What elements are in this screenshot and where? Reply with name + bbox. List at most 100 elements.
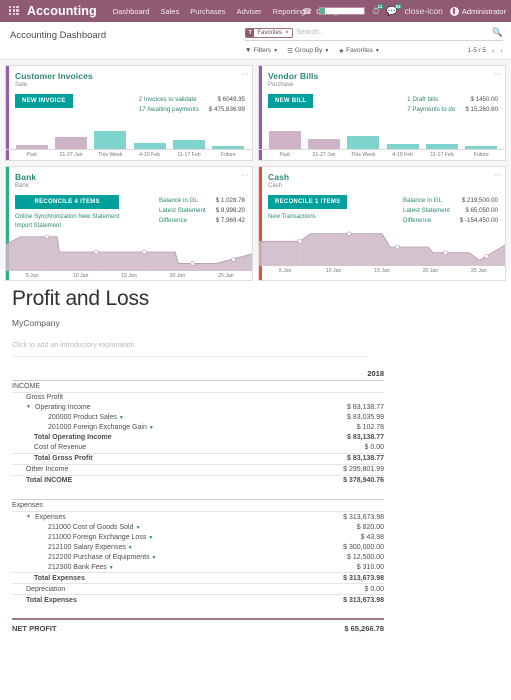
axis-tick: 15 Jan: [374, 267, 390, 274]
section-header-expenses[interactable]: Expenses: [12, 499, 384, 512]
table-row[interactable]: 212200 Purchase of Equipments ▼ $ 12,500…: [12, 552, 384, 562]
filters-dropdown[interactable]: ▼ Filters ▼: [245, 47, 278, 54]
new-bill-button[interactable]: NEW BILL: [268, 94, 314, 108]
chevron-down-icon[interactable]: ▼: [128, 545, 133, 551]
row-label-text[interactable]: 211000 Foreign Exchange Loss: [48, 534, 146, 541]
chevron-down-icon[interactable]: ▼: [119, 415, 124, 421]
row-label: Total Expenses: [12, 572, 302, 584]
favorites-dropdown[interactable]: ★ Favorites ▼: [338, 47, 380, 55]
report-intro-placeholder[interactable]: Click to add an introductory explanation: [12, 342, 367, 357]
menu-item-sales[interactable]: Sales: [160, 7, 179, 16]
menu-item-dashboard[interactable]: Dashboard: [113, 7, 150, 16]
row-label-text[interactable]: 212300 Bank Fees: [48, 564, 107, 571]
search-facet-favorites[interactable]: T Favorites ×: [245, 27, 293, 38]
link-import-statement[interactable]: Import Statement: [15, 222, 119, 231]
row-label-text[interactable]: 212100 Salary Expenses: [48, 544, 126, 551]
axis-tick: 21-27 Jan: [59, 152, 83, 158]
progress-bar-indicator: [319, 7, 366, 15]
kpi-label[interactable]: 17 Awaiting payments: [139, 105, 199, 115]
row-label-text[interactable]: 200000 Product Sales: [48, 414, 117, 421]
reconcile-items-button[interactable]: RECONCILE 1 ITEMS: [268, 195, 348, 209]
table-row-total-income[interactable]: Total INCOME $ 378,940.76: [12, 474, 384, 486]
card-options-icon[interactable]: ⋮: [240, 171, 249, 179]
table-row[interactable]: 212300 Bank Fees ▼ $ 310.00: [12, 562, 384, 573]
menu-item-reporting[interactable]: Reporting: [273, 7, 306, 16]
table-row[interactable]: 211000 Foreign Exchange Loss ▼ $ 43.98: [12, 532, 384, 542]
table-row[interactable]: ▼ Expenses $ 313,673.98: [12, 512, 384, 523]
kpi-value: $ 1,028.78: [215, 197, 245, 204]
row-label-text[interactable]: 201000 Foreign Exchange Gain: [48, 424, 147, 431]
kpi-label[interactable]: 2 Invoices to validate: [139, 95, 199, 105]
table-row[interactable]: 201000 Foreign Exchange Gain ▼ $ 102.78: [12, 423, 384, 433]
pager-previous-icon[interactable]: ‹: [492, 46, 495, 55]
app-brand-accounting[interactable]: Accounting: [27, 4, 97, 18]
axis-tick: 15 Jan: [121, 272, 137, 279]
filters-label: Filters: [253, 47, 272, 54]
search-input[interactable]: [296, 29, 489, 36]
close-icon[interactable]: close-icon: [405, 6, 443, 16]
row-label-text[interactable]: 211000 Cost of Goods Sold: [48, 524, 133, 531]
table-row[interactable]: Depreciation $ 0.00: [12, 583, 384, 595]
phone-icon[interactable]: ☎: [302, 7, 312, 16]
new-invoice-button[interactable]: NEW INVOICE: [15, 94, 73, 108]
cash-area-chart: [259, 228, 505, 266]
kpi-label-difference[interactable]: Difference: [159, 216, 206, 226]
link-online-synchronization[interactable]: Online Synchronization New Statement: [15, 213, 119, 222]
net-profit-value: $ 65,266.78: [301, 618, 384, 635]
kpi-label[interactable]: 1 Draft bills: [407, 95, 455, 105]
apps-grid-icon[interactable]: [9, 5, 20, 17]
pager-next-icon[interactable]: ›: [501, 46, 504, 55]
card-bank[interactable]: ⋮ Bank Bank RECONCILE 4 ITEMS Online Syn…: [5, 166, 253, 281]
pager-range: 1-5 / 5: [467, 47, 486, 54]
card-vendor-bills[interactable]: ⋮ Vendor Bills Purchase NEW BILL 1 Draft…: [258, 65, 506, 161]
chevron-down-icon[interactable]: ▼: [148, 535, 153, 541]
section-name: Expenses: [12, 499, 302, 512]
user-name-label: Administrator: [461, 6, 506, 16]
link-new-transactions[interactable]: New Transactions: [268, 213, 347, 222]
kpi-label[interactable]: 7 Payments to do: [407, 105, 455, 115]
search-icon[interactable]: 🔍: [492, 27, 503, 38]
user-menu[interactable]: Administrator: [449, 6, 506, 16]
chevron-down-icon[interactable]: ▼: [109, 565, 114, 571]
row-label-text[interactable]: 212200 Purchase of Equipments: [48, 554, 150, 561]
table-row[interactable]: 212100 Salary Expenses ▼ $ 300,000.00: [12, 542, 384, 552]
card-options-icon[interactable]: ⋮: [240, 70, 249, 78]
facet-remove-icon[interactable]: ×: [285, 30, 292, 36]
table-row[interactable]: ▼ Operating Income $ 83,138.77: [12, 403, 384, 413]
table-row[interactable]: 211000 Cost of Goods Sold ▼ $ 820.00: [12, 522, 384, 532]
card-options-icon[interactable]: ⋮: [493, 70, 502, 78]
card-cash[interactable]: ⋮ Cash Cash RECONCILE 1 ITEMS New Transa…: [258, 166, 506, 281]
row-value: $ 313,673.98: [301, 572, 384, 584]
table-row[interactable]: Total Expenses $ 313,673.98: [12, 572, 384, 584]
cash-chart-axis: 5 Jan 10 Jan 15 Jan 20 Jan 25 Jan: [259, 266, 505, 275]
chevron-down-icon[interactable]: ▼: [152, 555, 157, 561]
reconcile-items-button[interactable]: RECONCILE 4 ITEMS: [15, 195, 120, 209]
card-options-icon[interactable]: ⋮: [493, 171, 502, 179]
axis-tick: 10 Jan: [72, 272, 89, 279]
collapse-toggle-icon[interactable]: ▼: [26, 404, 35, 410]
kpi-label-difference[interactable]: Difference: [403, 216, 450, 226]
chevron-down-icon[interactable]: ▼: [149, 425, 154, 431]
table-row[interactable]: Gross Profit: [12, 392, 384, 403]
table-row-total-expenses[interactable]: Total Expenses $ 313,673.98: [12, 594, 384, 605]
chevron-down-icon[interactable]: ▼: [135, 525, 140, 531]
kpi-label: Latest Statement: [403, 207, 450, 214]
axis-tick: 21-27 Jan: [312, 152, 336, 158]
collapse-toggle-icon[interactable]: ▼: [26, 514, 35, 520]
card-customer-invoices[interactable]: ⋮ Customer Invoices Sale NEW INVOICE 2 I…: [5, 65, 253, 161]
card-title: Cash: [268, 172, 290, 182]
table-row[interactable]: Total Gross Profit $ 83,138.77: [12, 452, 384, 464]
menu-item-adviser[interactable]: Adviser: [237, 7, 262, 16]
table-row[interactable]: Total Operating Income $ 83,138.77: [12, 433, 384, 443]
table-row[interactable]: 200000 Product Sales ▼ $ 83,035.99: [12, 413, 384, 423]
table-row[interactable]: Cost of Revenue $ 0.00: [12, 443, 384, 454]
menu-item-purchases[interactable]: Purchases: [190, 7, 225, 16]
row-label: 212200 Purchase of Equipments ▼: [12, 552, 302, 562]
messages-bubble-icon[interactable]: 💬 84: [386, 3, 402, 16]
section-header-income[interactable]: INCOME: [12, 379, 384, 393]
axis-tick: 5 Jan: [25, 272, 39, 279]
group-by-dropdown[interactable]: ☰ Group By ▼: [287, 47, 329, 55]
table-row[interactable]: Other Income $ 295,801.99: [12, 463, 384, 475]
kpi-value: $ 6049.35: [217, 96, 245, 103]
activities-clock-icon[interactable]: ⏱ 11: [372, 3, 384, 16]
